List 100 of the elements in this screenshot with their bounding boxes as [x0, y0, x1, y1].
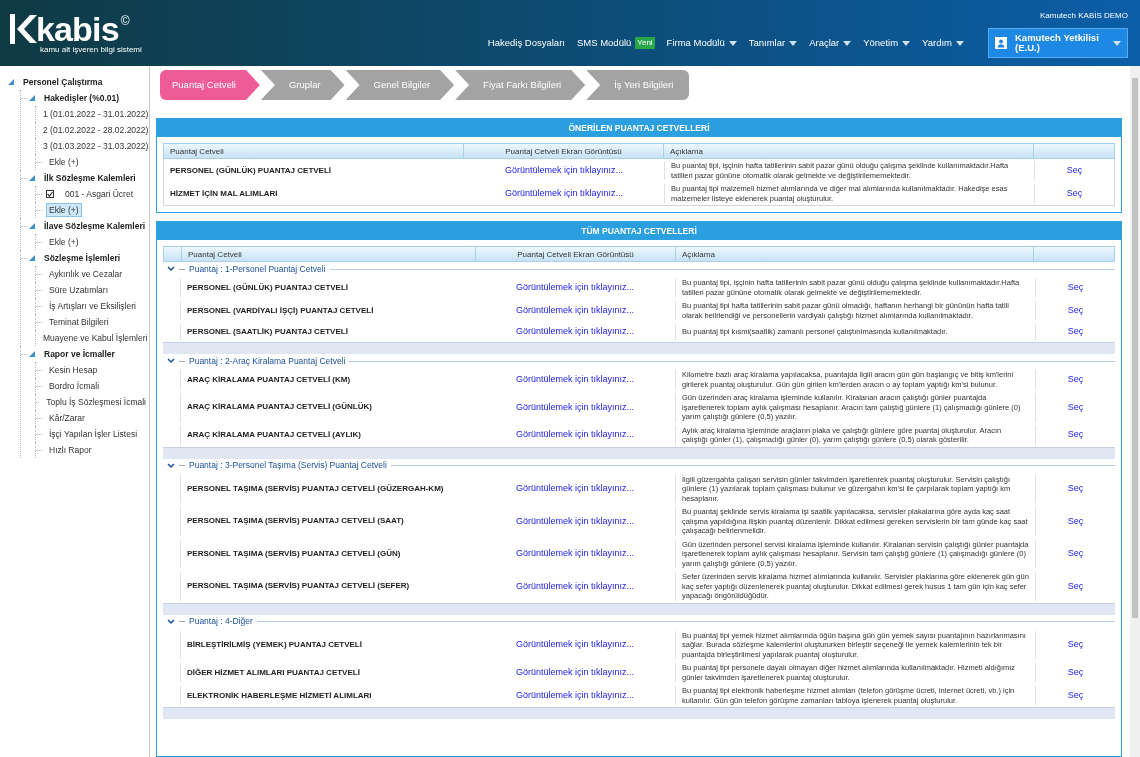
template-name: ARAÇ KİRALAMA PUANTAJ CETVELİ (GÜNLÜK) [186, 401, 373, 414]
preview-link[interactable]: Görüntülemek için tıklayınız... [475, 514, 675, 528]
preview-link[interactable]: Görüntülemek için tıklayınız... [475, 428, 675, 442]
tree-item[interactable]: İş Artışları ve Eksilişleri [46, 298, 139, 314]
template-name: PERSONEL TAŞIMA (SERVİS) PUANTAJ CETVELİ (SAAT) [186, 515, 405, 528]
tree-item[interactable]: Rapor ve İcmaller [41, 346, 118, 362]
preview-link[interactable]: Görüntülemek için tıklayınız... [475, 325, 675, 339]
column-header: Puantaj Cetveli Ekran Görüntüsü [476, 247, 676, 261]
group-title: Puantaj : 4-Diğer [189, 615, 253, 628]
preview-link[interactable]: Görüntülemek için tıklayınız... [475, 547, 675, 561]
tree-item[interactable]: İşçi Yapılan İşler Listesi [46, 426, 141, 442]
column-header: Puantaj Cetveli Ekran Görüntüsü [464, 144, 664, 158]
template-name: PERSONEL (GÜNLÜK) PUANTAJ CETVELİ [169, 164, 333, 177]
preview-link[interactable]: Görüntülemek için tıklayınız... [475, 688, 675, 703]
tree-item[interactable]: Ekle (+) [46, 202, 82, 218]
tree-toggle-icon[interactable] [27, 350, 37, 358]
tree-item[interactable]: Teminat Bilgileri [46, 314, 112, 330]
nav-menu-item[interactable]: SMS Modülü Yeni [576, 35, 655, 51]
tree-item[interactable]: İlk Sözleşme Kalemleri [41, 170, 139, 186]
tree-item[interactable]: 3 (01.03.2022 - 31.03.2022) [40, 138, 152, 154]
preview-link[interactable]: Görüntülemek için tıklayınız... [475, 372, 675, 387]
tree-item[interactable]: Bordro İcmali [46, 378, 103, 394]
collapse-chevron-icon[interactable] [167, 618, 175, 625]
select-link[interactable]: Seç [1035, 324, 1115, 340]
preview-link[interactable]: Görüntülemek için tıklayınız... [475, 579, 675, 593]
select-link[interactable]: Seç [1035, 393, 1115, 422]
select-link[interactable]: Seç [1035, 278, 1115, 297]
collapse-chevron-icon[interactable] [167, 266, 175, 272]
select-link[interactable]: Seç [1035, 663, 1115, 682]
select-link[interactable]: Seç [1035, 370, 1115, 389]
tree-toggle-icon[interactable] [27, 174, 37, 182]
preview-link[interactable]: Görüntülemek için tıklayınız... [464, 186, 664, 201]
select-link[interactable]: Seç [1035, 425, 1115, 445]
select-link[interactable]: Seç [1034, 184, 1114, 203]
column-header: Puantaj Cetveli [164, 144, 464, 158]
template-name: HİZMET İÇİN MAL ALIMLARI [169, 187, 279, 200]
tree-item[interactable]: 2 (01.02.2022 - 28.02.2022) [40, 122, 152, 138]
preview-link[interactable]: Görüntülemek için tıklayınız... [464, 163, 664, 178]
scrollbar[interactable] [1130, 66, 1140, 757]
nav-menu-item[interactable]: Tanımlar [748, 35, 798, 51]
user-icon [995, 37, 1007, 49]
tree-toggle-icon[interactable] [27, 254, 37, 262]
template-name: DİĞER HİZMET ALIMLARI PUANTAJ CETVELİ [186, 666, 361, 679]
preview-link[interactable]: Görüntülemek için tıklayınız... [475, 303, 675, 318]
nav-menu-item[interactable]: Firma Modülü [666, 35, 737, 51]
tree-toggle-icon[interactable] [6, 78, 16, 86]
nav-menu-item[interactable]: Yardım [922, 35, 964, 51]
logo-mark: © [120, 13, 130, 30]
tree-item[interactable]: Hızlı Rapor [46, 442, 95, 458]
tree-toggle-icon[interactable] [27, 94, 37, 102]
tree-item[interactable]: Kâr/Zarar [46, 410, 88, 426]
tree-item[interactable]: Toplu İş Sözleşmesi İcmali [43, 394, 149, 410]
tree-item[interactable]: İlave Sözleşme Kalemleri [41, 218, 149, 234]
tree-item[interactable]: Sözleşme İşlemleri [41, 250, 124, 266]
template-name: PERSONEL (GÜNLÜK) PUANTAJ CETVELİ [186, 281, 350, 294]
tree-toggle-icon[interactable] [27, 222, 37, 230]
preview-link[interactable]: Görüntülemek için tıklayınız... [475, 400, 675, 414]
tree-item[interactable]: Hakedişler (%0.01) [41, 90, 123, 106]
user-menu-button[interactable]: Kamutech Yetkilisi (E.U.) [988, 28, 1128, 58]
tree-item[interactable]: Personel Çalıştırma [20, 74, 106, 90]
panel-title: ÖNERİLEN PUANTAJ CETVELLERİ [157, 119, 1121, 137]
template-name: PERSONEL (VARDİYALI İŞÇİ) PUANTAJ CETVELİ [186, 304, 375, 317]
preview-link[interactable]: Görüntülemek için tıklayınız... [475, 280, 675, 295]
collapse-chevron-icon[interactable] [167, 358, 175, 364]
select-link[interactable]: Seç [1035, 507, 1115, 536]
tree-item[interactable]: Kesin Hesap [46, 362, 101, 378]
template-name: ELEKTRONİK HABERLEŞME HİZMETİ ALIMLARI [186, 689, 373, 702]
column-header: Puantaj Cetveli [182, 247, 476, 261]
group-title: Puantaj : 2-Araç Kiralama Puantaj Cetveli [189, 354, 346, 368]
tree-item[interactable]: 1 (01.01.2022 - 31.01.2022) [40, 106, 152, 122]
group-title: Puantaj : 1-Personel Puantaj Cetveli [189, 262, 326, 276]
preview-link[interactable]: Görüntülemek için tıklayınız... [475, 638, 675, 652]
caret-icon [1113, 40, 1121, 46]
select-link[interactable]: Seç [1035, 474, 1115, 503]
preview-link[interactable]: Görüntülemek için tıklayınız... [475, 665, 675, 680]
tree-item[interactable]: 001 - Asgari Ücret [62, 186, 137, 202]
select-link[interactable]: Seç [1035, 539, 1115, 568]
column-header: Açıklama [676, 247, 1034, 261]
template-name: PERSONEL (SAATLİK) PUANTAJ CETVELİ [186, 326, 349, 338]
select-link[interactable]: Seç [1034, 161, 1114, 180]
tree-item[interactable]: Muayene ve Kabul İşlemleri [40, 330, 151, 346]
nav-menu-item[interactable]: Yönetim [863, 35, 911, 51]
collapse-chevron-icon[interactable] [167, 462, 175, 469]
checkbox-icon[interactable] [46, 190, 54, 198]
select-link[interactable]: Seç [1035, 572, 1115, 601]
column-header: Açıklama [664, 144, 1034, 158]
tree-item[interactable]: Süre Uzatımları [46, 282, 112, 298]
nav-menu-item[interactable]: Araçlar [809, 35, 852, 51]
tree-item[interactable]: Ekle (+) [46, 154, 82, 170]
preview-link[interactable]: Görüntülemek için tıklayınız... [475, 482, 675, 496]
template-name: ARAÇ KİRALAMA PUANTAJ CETVELİ (AYLIK) [186, 429, 362, 441]
tree-item[interactable]: Ekle (+) [46, 234, 82, 250]
select-link[interactable]: Seç [1035, 301, 1115, 320]
template-name: PERSONEL TAŞIMA (SERVİS) PUANTAJ CETVELİ (GÜZERGAH-KM) [186, 482, 445, 495]
select-link[interactable]: Seç [1035, 686, 1115, 705]
nav-menu-item[interactable]: Hakediş Dosyaları [487, 35, 565, 51]
logo-tagline: kamu alt işveren bilgi sistemi [40, 44, 143, 56]
tree-item[interactable]: Aykırılık ve Cezalar [46, 266, 126, 282]
panel-title: TÜM PUANTAJ CETVELLERİ [157, 222, 1121, 240]
select-link[interactable]: Seç [1035, 630, 1115, 659]
